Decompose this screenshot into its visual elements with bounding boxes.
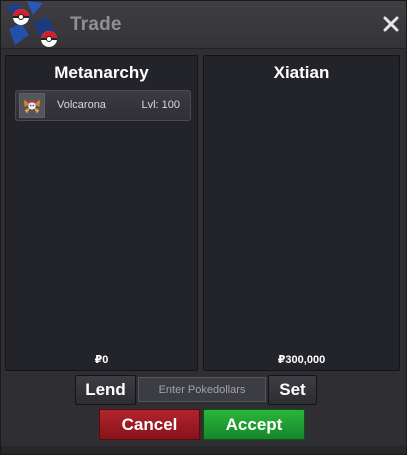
my-player-name: Metanarchy (54, 63, 149, 82)
trade-window: Trade Metanarchy Volcarona Lvl: 100 ₽0 X (0, 0, 407, 455)
item-pokemon-name: Volcarona (57, 99, 106, 111)
set-money-button[interactable]: Set (268, 375, 317, 405)
their-player-name: Xiatian (273, 63, 330, 82)
game-logo-icon (5, 1, 57, 47)
cancel-button[interactable]: Cancel (99, 409, 200, 440)
close-icon[interactable] (382, 15, 400, 33)
pokedollars-input[interactable] (138, 377, 266, 402)
trade-item-slot[interactable]: Volcarona Lvl: 100 (15, 90, 191, 121)
their-offer-panel: Xiatian ₽300,000 (203, 55, 400, 371)
window-title: Trade (70, 14, 122, 35)
my-offer-panel: Metanarchy Volcarona Lvl: 100 ₽0 (5, 55, 198, 371)
lend-button[interactable]: Lend (75, 375, 136, 405)
accept-button[interactable]: Accept (203, 409, 305, 440)
my-money-offer: ₽0 (94, 354, 109, 366)
volcarona-sprite-icon (19, 93, 45, 118)
window-footer (1, 446, 406, 454)
their-money-offer: ₽300,000 (277, 354, 326, 366)
title-bar[interactable]: Trade (1, 1, 406, 49)
item-pokemon-level: Lvl: 100 (141, 99, 180, 111)
